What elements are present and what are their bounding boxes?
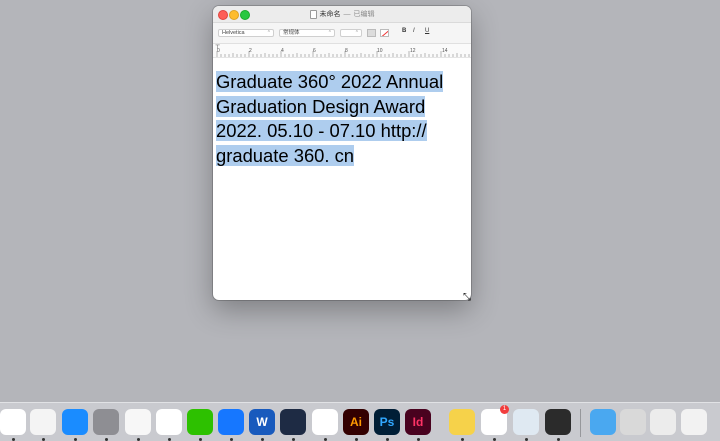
ruler-number: 4 — [281, 48, 284, 54]
wechat-icon — [187, 409, 213, 435]
gear-icon — [93, 409, 119, 435]
quicktime-icon — [545, 409, 571, 435]
dock-word[interactable]: W — [249, 409, 275, 435]
ruler-number: 8 — [345, 48, 348, 54]
dock-textedit[interactable] — [125, 409, 151, 435]
text-line: Graduate 360° 2022 Annual — [216, 71, 444, 92]
dock-lanhu[interactable] — [218, 409, 244, 435]
clock-icon — [280, 409, 306, 435]
app-store-icon — [62, 409, 88, 435]
preview-icon — [513, 409, 539, 435]
dock-window-thumb-2[interactable] — [650, 409, 676, 435]
lanhu-icon — [218, 409, 244, 435]
ruler[interactable]: ⊤ 0 2 4 6 8 10 12 14 — [213, 44, 471, 58]
dock-folder[interactable] — [590, 409, 616, 435]
illustrator-icon: Ai — [350, 415, 362, 429]
edited-status: 已编辑 — [353, 11, 375, 18]
chevron-updown-icon: ⌃ — [354, 30, 359, 36]
format-bar: Helvetica ⌃ 常规体 ⌃ ⌃ B I U — [213, 23, 471, 44]
ruler-number: 2 — [249, 48, 252, 54]
resize-cursor-icon: ⤡ — [463, 292, 471, 303]
dock-system-settings[interactable] — [93, 409, 119, 435]
title-separator: — — [343, 10, 351, 18]
dock-photoshop[interactable]: Ps — [374, 409, 400, 435]
dock-indesign[interactable]: Id — [405, 409, 431, 435]
font-size-select[interactable]: ⌃ — [340, 29, 362, 37]
dock-quicktime[interactable] — [545, 409, 571, 435]
font-family-value: Helvetica — [222, 30, 245, 36]
font-family-select[interactable]: Helvetica ⌃ — [218, 29, 274, 37]
italic-button[interactable]: I — [413, 28, 415, 34]
window-title[interactable]: 未命名 — [320, 9, 341, 19]
ruler-number: 12 — [410, 48, 416, 54]
photoshop-icon: Ps — [379, 415, 395, 429]
font-style-value: 常规体 — [283, 30, 300, 36]
textedit-window: 未命名 — 已编辑 Helvetica ⌃ 常规体 ⌃ ⌃ B I U ⊤ 0 … — [213, 6, 471, 300]
window-thumbnail-icon — [620, 409, 646, 435]
text-line: Graduation Design Award — [216, 95, 426, 117]
font-style-select[interactable]: 常规体 ⌃ — [279, 29, 335, 37]
text-line: graduate 360. cn — [216, 144, 355, 166]
dock-illustrator[interactable]: Ai — [343, 409, 369, 435]
dock-pages[interactable] — [30, 409, 56, 435]
dock-qq-browser[interactable] — [156, 409, 182, 435]
document-icon — [309, 9, 317, 19]
notes-icon — [449, 409, 475, 435]
ruler-number: 6 — [313, 48, 316, 54]
textedit-icon — [125, 409, 151, 435]
text-line: 2022. 05.10 - 07.10 http:// — [216, 120, 427, 141]
text-color-well[interactable] — [367, 29, 376, 37]
dock-separator — [580, 409, 581, 437]
dock-notes[interactable] — [449, 409, 475, 435]
dock-baidu-netdisk[interactable] — [312, 409, 338, 435]
ruler-number: 14 — [442, 48, 448, 54]
dock-keynote[interactable] — [0, 409, 26, 435]
ruler-number: 0 — [217, 48, 220, 54]
underline-button[interactable]: U — [425, 28, 429, 34]
dock-wechat[interactable] — [187, 409, 213, 435]
qq-browser-icon — [156, 409, 182, 435]
notification-badge: 1 — [500, 405, 509, 414]
title-bar[interactable]: 未命名 — 已编辑 — [213, 6, 471, 23]
chevron-updown-icon: ⌃ — [327, 30, 332, 36]
keynote-icon — [0, 409, 26, 435]
window-title-group: 未命名 — 已编辑 — [213, 6, 471, 22]
dock-clock[interactable] — [280, 409, 306, 435]
dock-app-store[interactable] — [62, 409, 88, 435]
ruler-number: 10 — [377, 48, 383, 54]
bold-button[interactable]: B — [402, 28, 406, 34]
word-icon: W — [256, 415, 268, 429]
indesign-icon: Id — [412, 415, 424, 429]
highlight-color-well[interactable] — [380, 29, 389, 37]
document-text-area[interactable]: Graduate 360° 2022 Annual Graduation Des… — [216, 70, 469, 168]
window-thumbnail-icon — [681, 409, 707, 435]
dock: W Ai Ps Id — [0, 402, 720, 441]
dock-window-thumb-1[interactable] — [620, 409, 646, 435]
dock-preview[interactable] — [513, 409, 539, 435]
dock-window-thumb-3[interactable] — [681, 409, 707, 435]
cloud-icon — [312, 409, 338, 435]
chevron-updown-icon: ⌃ — [266, 30, 271, 36]
window-thumbnail-icon — [650, 409, 676, 435]
folder-icon — [590, 409, 616, 435]
pages-icon — [30, 409, 56, 435]
